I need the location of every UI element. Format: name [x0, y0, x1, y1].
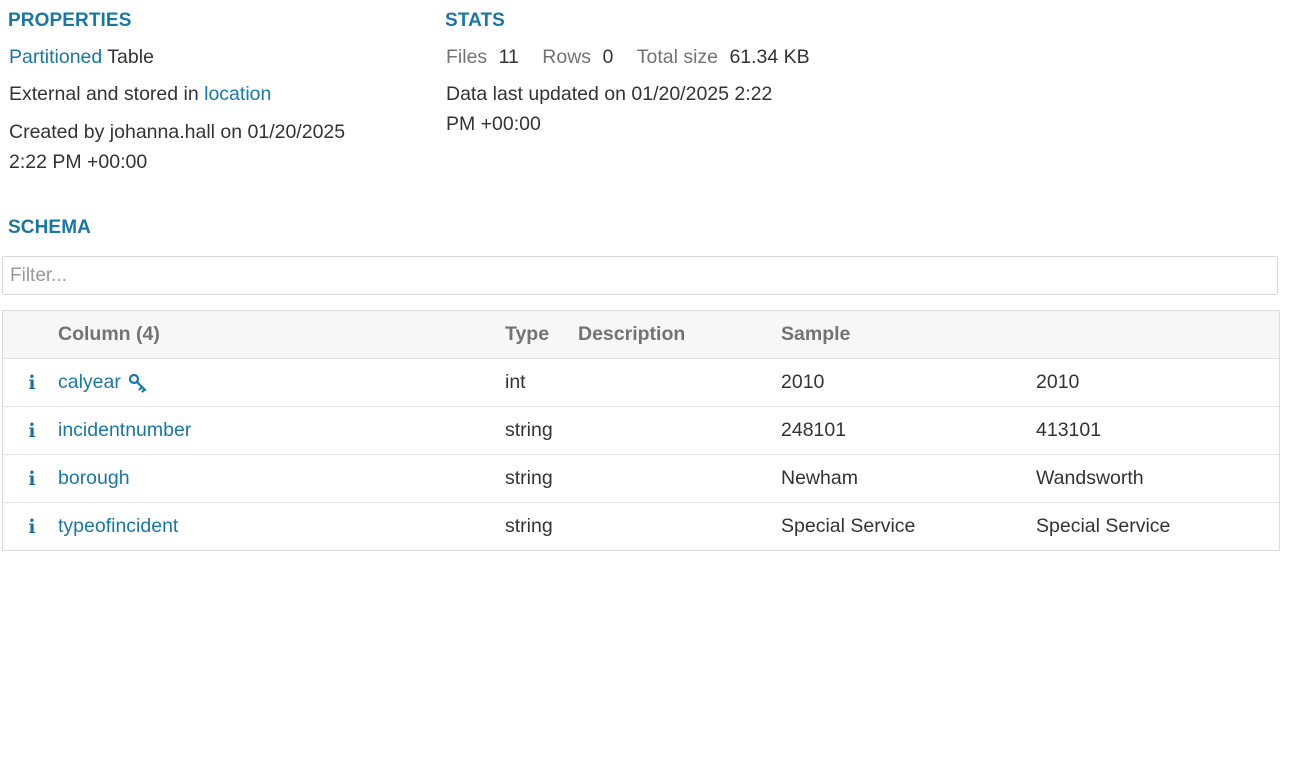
type-header[interactable]: Type: [505, 311, 549, 358]
created-line-1: Created by johanna.hall on 01/20/2025: [9, 121, 346, 143]
table-details-page: PROPERTIES Partitioned Table External an…: [0, 0, 1294, 779]
external-line: External and stored in location: [9, 79, 271, 109]
column-type: string: [505, 515, 553, 537]
column-header[interactable]: Column (4): [58, 311, 160, 358]
properties-title: PROPERTIES: [8, 10, 132, 31]
external-text: External and stored in: [9, 83, 205, 105]
rows-label: Rows: [542, 46, 592, 68]
sample-value-1: Newham: [781, 467, 858, 489]
total-size-label: Total size: [636, 46, 719, 68]
created-line-2: 2:22 PM +00:00: [9, 151, 148, 173]
column-name-link[interactable]: typeofincident: [58, 515, 178, 538]
filter-input[interactable]: [2, 256, 1278, 295]
table-row: i borough string Newham Wandsworth: [3, 454, 1279, 502]
sample-value-2: 2010: [1036, 371, 1080, 393]
stats-summary: Files 11 Rows 0 Total size 61.34 KB: [446, 42, 810, 72]
files-label: Files: [446, 46, 488, 68]
sample-value-1: 248101: [781, 419, 847, 441]
column-name-link[interactable]: incidentnumber: [58, 419, 191, 442]
schema-table: Column (4) Type Description Sample i cal…: [2, 310, 1280, 551]
sample-value-2: 413101: [1036, 419, 1102, 441]
files-value: 11: [498, 46, 519, 68]
partitioned-link[interactable]: Partitioned: [9, 46, 102, 68]
stats-title: STATS: [445, 10, 505, 31]
sample-value-2: Special Service: [1036, 515, 1171, 537]
sample-value-1: 2010: [781, 371, 825, 393]
column-type: string: [505, 419, 553, 441]
updated-line-1: Data last updated on 01/20/2025 2:22: [446, 83, 773, 105]
table-word: Table: [102, 46, 154, 68]
column-type: int: [505, 371, 526, 393]
table-row: i calyear int 2010 2010: [3, 358, 1279, 406]
column-name-link[interactable]: calyear: [58, 371, 121, 394]
table-row: i incidentnumber string 248101 413101: [3, 406, 1279, 454]
info-icon[interactable]: i: [28, 468, 35, 490]
info-icon[interactable]: i: [28, 516, 35, 538]
sample-value-1: Special Service: [781, 515, 916, 537]
description-header[interactable]: Description: [578, 311, 685, 358]
info-icon[interactable]: i: [28, 372, 35, 394]
sample-header: Sample: [781, 323, 851, 345]
column-type: string: [505, 467, 553, 489]
schema-title: SCHEMA: [8, 217, 91, 238]
location-link[interactable]: location: [204, 83, 271, 105]
column-name-link[interactable]: borough: [58, 467, 130, 490]
total-size-value: 61.34 KB: [729, 46, 810, 68]
info-icon[interactable]: i: [28, 420, 35, 442]
sample-value-2: Wandsworth: [1036, 467, 1144, 489]
key-icon: [128, 373, 148, 393]
table-header-row: Column (4) Type Description Sample: [3, 311, 1279, 358]
partitioned-line: Partitioned Table: [9, 42, 154, 72]
table-row: i typeofincident string Special Service …: [3, 502, 1279, 550]
rows-value: 0: [602, 46, 614, 68]
updated-line-2: PM +00:00: [446, 113, 541, 135]
